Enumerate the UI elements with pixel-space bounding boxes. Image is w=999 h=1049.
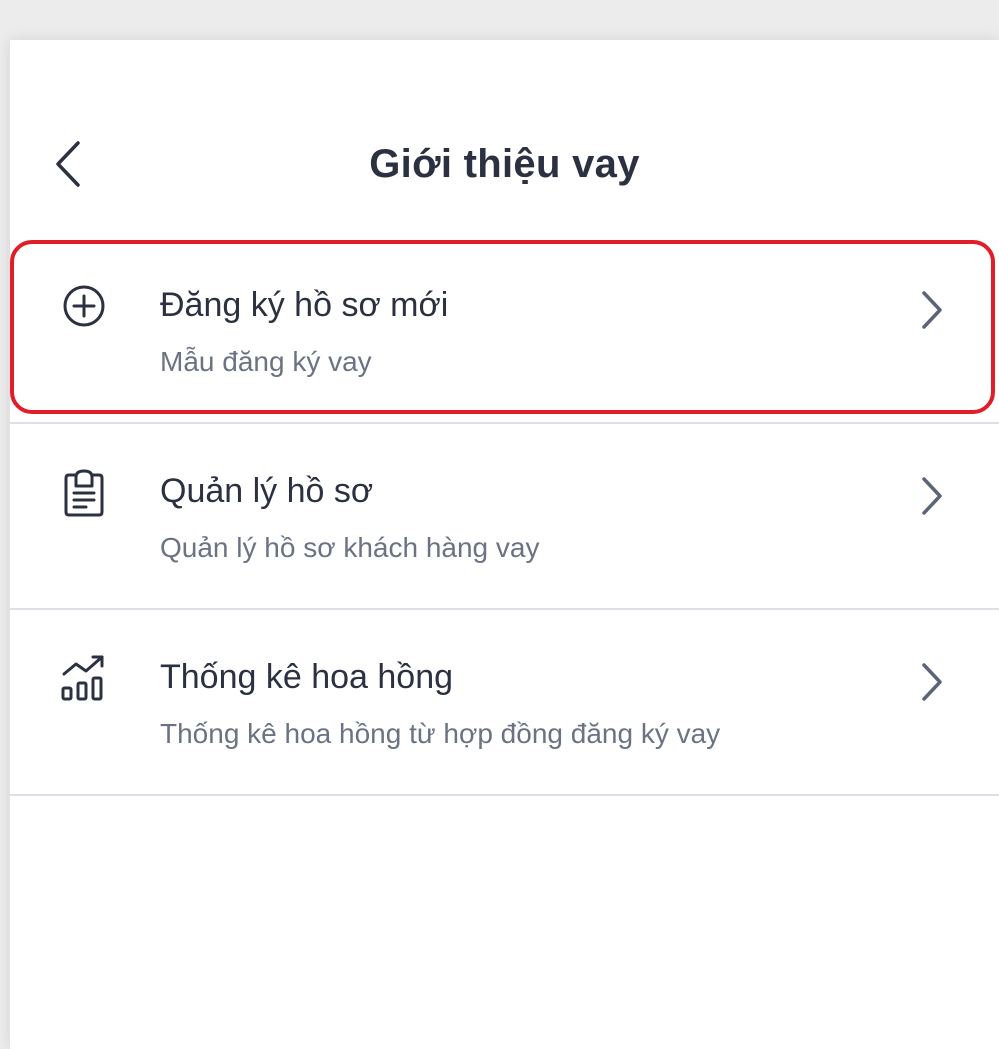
plus-circle-icon xyxy=(58,280,110,332)
menu-list: Đăng ký hồ sơ mới Mẫu đăng ký vay Quản l… xyxy=(10,238,999,796)
menu-item-commission-stats[interactable]: Thống kê hoa hồng Thống kê hoa hồng từ h… xyxy=(10,610,999,796)
menu-item-register-new[interactable]: Đăng ký hồ sơ mới Mẫu đăng ký vay xyxy=(10,238,999,424)
chevron-right-icon xyxy=(910,660,954,704)
app-screen: Giới thiệu vay Đăng ký hồ sơ mới Mẫu đăn… xyxy=(10,40,999,1049)
menu-item-subtitle: Quản lý hồ sơ khách hàng vay xyxy=(160,532,540,563)
clipboard-icon xyxy=(58,466,110,518)
chevron-right-icon xyxy=(910,288,954,332)
bar-chart-trend-icon xyxy=(58,652,110,704)
menu-item-title: Đăng ký hồ sơ mới xyxy=(160,286,449,324)
menu-item-subtitle: Mẫu đăng ký vay xyxy=(160,346,372,377)
menu-item-subtitle: Thống kê hoa hồng từ hợp đồng đăng ký va… xyxy=(160,718,721,749)
page-title: Giới thiệu vay xyxy=(369,142,640,186)
menu-item-manage-profiles[interactable]: Quản lý hồ sơ Quản lý hồ sơ khách hàng v… xyxy=(10,424,999,610)
header: Giới thiệu vay xyxy=(10,110,999,228)
menu-item-title: Quản lý hồ sơ xyxy=(160,472,374,510)
menu-item-title: Thống kê hoa hồng xyxy=(160,658,454,696)
chevron-right-icon xyxy=(910,474,954,518)
